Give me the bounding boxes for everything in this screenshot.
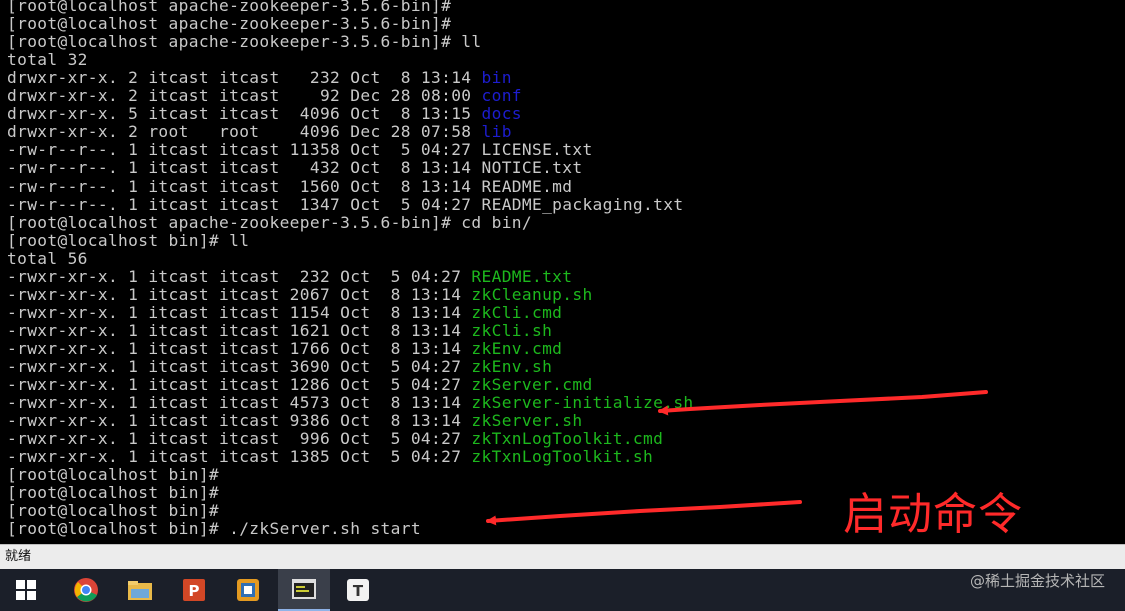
svg-text:T: T xyxy=(353,582,364,600)
watermark: @稀土掘金技术社区 xyxy=(969,572,1105,590)
taskbar-terminal[interactable] xyxy=(278,569,330,611)
arrow-to-start-command xyxy=(486,500,802,526)
terminal-app-icon xyxy=(292,579,316,599)
svg-text:P: P xyxy=(189,582,200,600)
powerpoint-icon: P xyxy=(183,579,205,601)
taskbar-app[interactable] xyxy=(222,569,274,611)
arrow-to-zkserver-sh xyxy=(658,390,988,416)
status-text: 就绪 xyxy=(5,549,32,564)
taskbar: P T @稀土掘金技术社区 xyxy=(0,569,1125,611)
taskbar-powerpoint[interactable]: P xyxy=(168,569,220,611)
taskbar-file-explorer[interactable] xyxy=(114,569,166,611)
chrome-icon xyxy=(74,578,98,602)
windows-start-icon xyxy=(16,580,36,600)
annotation-label: 启动命令 xyxy=(843,489,1023,540)
windows-start-button[interactable] xyxy=(0,569,52,611)
taskbar-chrome[interactable] xyxy=(60,569,112,611)
file-explorer-icon xyxy=(128,581,152,600)
typora-icon: T xyxy=(347,579,369,601)
taskbar-typora[interactable]: T xyxy=(332,569,384,611)
app-icon xyxy=(237,579,259,601)
annotation-arrows xyxy=(486,390,988,526)
status-bar: 就绪 xyxy=(0,544,1125,569)
